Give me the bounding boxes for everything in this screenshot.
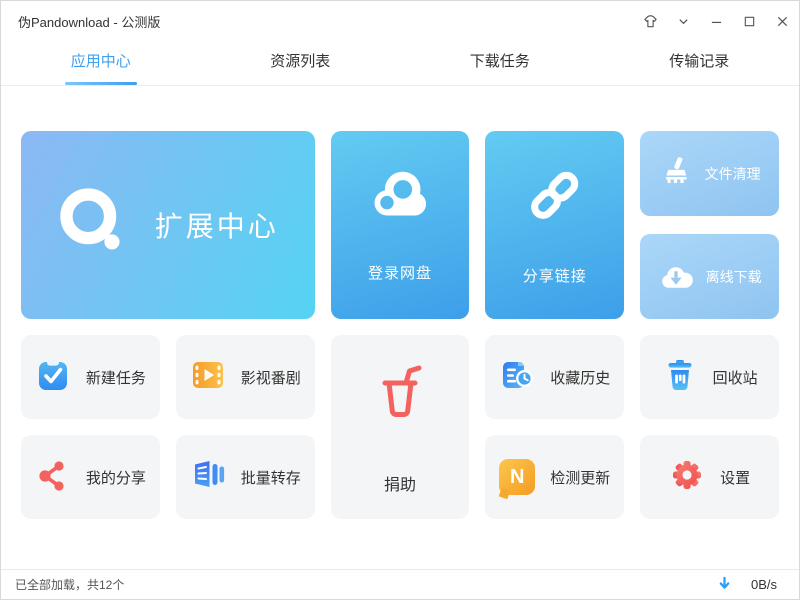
tile-offline-download[interactable]: 离线下载	[640, 234, 779, 319]
minimize-icon[interactable]	[700, 1, 733, 41]
status-text: 已全部加载，共12个	[15, 578, 125, 592]
tile-label: 离线下载	[705, 268, 762, 285]
link-icon	[525, 165, 585, 229]
brush-icon	[659, 155, 693, 192]
tile-recycle-bin[interactable]: 回收站	[640, 335, 779, 419]
maximize-icon[interactable]	[733, 1, 766, 41]
film-icon	[190, 357, 226, 397]
tile-login-pan[interactable]: 登录网盘	[330, 131, 470, 319]
extension-center-logo-icon	[57, 186, 129, 265]
tile-donate[interactable]: 捐助	[330, 335, 470, 519]
tile-my-share[interactable]: 我的分享	[21, 435, 160, 519]
titlebar-buttons	[634, 1, 799, 41]
download-speed-icon	[718, 576, 731, 593]
tile-label: 设置	[720, 469, 751, 487]
tile-label: 登录网盘	[367, 264, 432, 282]
tile-label: 文件清理	[704, 165, 761, 182]
tile-file-clean[interactable]: 文件清理	[640, 131, 779, 216]
statusbar: 已全部加载，共12个 0B/s	[1, 569, 799, 599]
skin-icon[interactable]	[634, 1, 667, 41]
baidu-cloud-icon	[369, 168, 431, 226]
tile-label: 新建任务	[85, 369, 146, 387]
download-speed-value: 0B/s	[750, 577, 777, 592]
tile-label: 分享链接	[522, 267, 587, 285]
gear-icon	[669, 457, 705, 497]
tab-download-tasks[interactable]: 下载任务	[400, 41, 600, 85]
tile-stack-right: 文件清理 离线下载	[640, 131, 779, 319]
tile-settings[interactable]: 设置	[640, 435, 779, 519]
tile-label: 影视番剧	[240, 369, 301, 387]
tile-new-task[interactable]: 新建任务	[21, 335, 160, 419]
tile-label: 检测更新	[550, 469, 611, 487]
close-icon[interactable]	[766, 1, 799, 41]
tile-label: 批量转存	[240, 469, 301, 487]
update-n-badge-icon: N	[499, 459, 536, 495]
tab-transfer-records[interactable]: 传输记录	[600, 41, 800, 85]
app-window: 伪Pandownload - 公测版 应用中心 资源列表 下载任务 传输记录 扩…	[0, 0, 800, 600]
share-nodes-icon	[35, 457, 71, 497]
tile-label: 回收站	[712, 369, 758, 387]
statusbar-right: 0B/s	[718, 576, 777, 593]
tile-extension-center[interactable]: 扩展中心	[21, 131, 315, 319]
tile-label: 收藏历史	[550, 369, 611, 387]
tab-resource-list[interactable]: 资源列表	[201, 41, 401, 85]
tile-grid: 扩展中心 登录网盘 分享链接 文件清理 离线下载 新建任务 影视番剧 捐助 收藏…	[21, 131, 779, 519]
tile-label: 我的分享	[85, 469, 146, 487]
window-title: 伪Pandownload - 公测版	[18, 14, 161, 30]
drink-cup-icon	[368, 360, 432, 429]
batch-transfer-icon	[190, 457, 226, 497]
tile-label: 扩展中心	[154, 211, 279, 242]
tile-label: 捐助	[383, 476, 416, 494]
tabbar: 应用中心 资源列表 下载任务 传输记录	[1, 41, 799, 86]
tile-video[interactable]: 影视番剧	[175, 335, 315, 419]
tile-batch-transfer[interactable]: 批量转存	[175, 435, 315, 519]
new-task-icon	[35, 357, 71, 397]
trash-icon	[662, 357, 698, 397]
history-clock-icon	[499, 357, 535, 397]
cloud-download-icon	[658, 259, 694, 294]
collapse-icon[interactable]	[667, 1, 700, 41]
tile-check-update[interactable]: N 检测更新	[485, 435, 625, 519]
titlebar: 伪Pandownload - 公测版	[1, 1, 799, 41]
tile-favorites[interactable]: 收藏历史	[485, 335, 625, 419]
tab-app-center[interactable]: 应用中心	[1, 41, 201, 85]
tile-share-link[interactable]: 分享链接	[485, 131, 625, 319]
